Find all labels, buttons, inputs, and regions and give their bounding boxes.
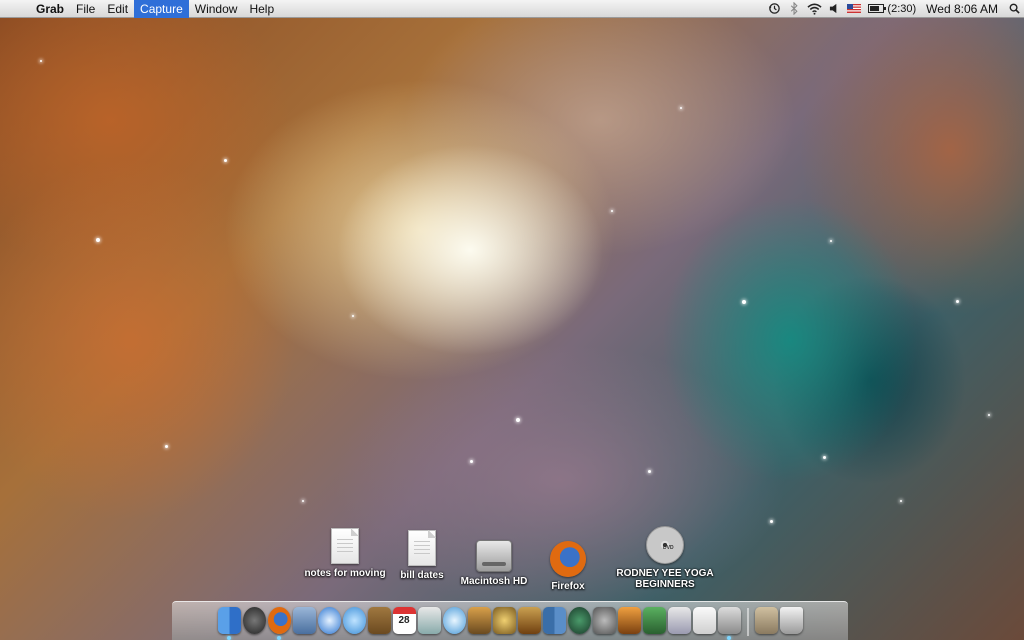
document-icon xyxy=(408,530,436,566)
hard-drive-icon xyxy=(476,540,512,572)
pages-icon[interactable] xyxy=(667,607,691,634)
bluetooth-icon[interactable] xyxy=(784,0,804,18)
menu-file[interactable]: File xyxy=(70,0,101,18)
textedit-icon[interactable] xyxy=(692,607,716,634)
menu-window[interactable]: Window xyxy=(189,0,244,18)
app-menu-grab[interactable]: Grab xyxy=(30,0,70,18)
dashboard-icon[interactable] xyxy=(242,607,266,634)
ical-date: 28 xyxy=(398,615,410,626)
firefox-icon[interactable] xyxy=(267,607,291,640)
trash-icon[interactable] xyxy=(779,607,803,634)
us-flag-input-icon[interactable] xyxy=(844,0,864,18)
numbers-icon[interactable] xyxy=(642,607,666,634)
finder-icon[interactable] xyxy=(217,607,241,640)
preview-icon[interactable] xyxy=(417,607,441,634)
battery-time-label: (2:30) xyxy=(887,2,917,15)
desktop-icon-label: RODNEY YEE YOGA BEGINNERS xyxy=(616,568,714,590)
system-preferences-icon[interactable] xyxy=(592,607,616,634)
menu-capture[interactable]: Capture xyxy=(134,0,189,18)
menu-edit[interactable]: Edit xyxy=(101,0,134,18)
address-book-icon[interactable] xyxy=(367,607,391,634)
dvd-icon-text: DVD xyxy=(663,545,674,551)
menu-clock[interactable]: Wed 8:06 AM xyxy=(920,2,1004,16)
dvd-icon: DVD xyxy=(646,526,684,564)
wifi-icon[interactable] xyxy=(804,0,824,18)
dock: 28 xyxy=(172,601,848,640)
mail-icon[interactable] xyxy=(292,607,316,634)
document-icon xyxy=(331,528,359,564)
menu-help[interactable]: Help xyxy=(243,0,280,18)
battery-status[interactable]: (2:30) xyxy=(864,3,920,15)
grab-icon[interactable] xyxy=(717,607,741,640)
dock-separator xyxy=(746,608,749,636)
safari-icon[interactable] xyxy=(317,607,341,634)
volume-icon[interactable] xyxy=(824,0,844,18)
time-machine-icon[interactable] xyxy=(764,0,784,18)
desktop-icon-rodney-yee-yoga[interactable]: DVD RODNEY YEE YOGA BEGINNERS xyxy=(610,526,720,590)
desktop-icon-label: Firefox xyxy=(551,581,585,592)
imovie-icon[interactable] xyxy=(492,607,516,634)
ichat-icon[interactable] xyxy=(342,607,366,634)
downloads-stack-icon[interactable] xyxy=(754,607,778,634)
menu-bar: Grab File Edit Capture Window Help (2:30… xyxy=(0,0,1024,18)
battery-icon xyxy=(868,4,887,13)
iphoto-icon[interactable] xyxy=(467,607,491,634)
garageband-icon[interactable] xyxy=(517,607,541,634)
keynote-icon[interactable] xyxy=(617,607,641,634)
spotlight-search-icon[interactable] xyxy=(1004,0,1024,18)
itunes-icon[interactable] xyxy=(442,607,466,634)
firefox-icon xyxy=(550,541,586,577)
status-menus: (2:30) Wed 8:06 AM xyxy=(764,0,1024,18)
time-machine-icon[interactable] xyxy=(567,607,591,634)
spaces-icon[interactable] xyxy=(542,607,566,634)
desktop-icon-firefox[interactable]: Firefox xyxy=(513,541,623,592)
ical-icon[interactable]: 28 xyxy=(392,607,416,634)
